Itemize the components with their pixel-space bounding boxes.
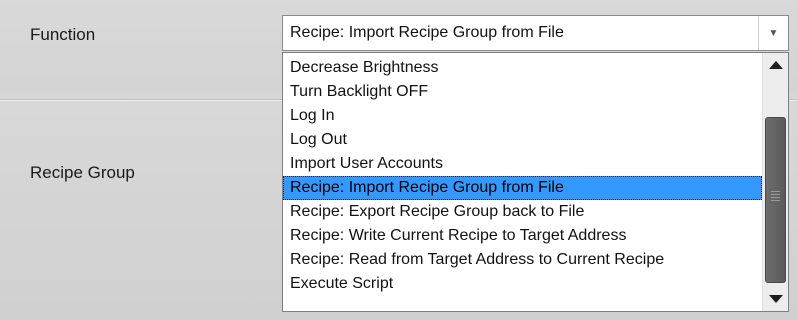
scroll-down-button[interactable] [763,287,788,311]
function-dropdown-list[interactable]: Decrease Brightness Turn Backlight OFF L… [282,52,789,312]
dropdown-scrollbar[interactable] [762,53,788,311]
function-label: Function [30,25,96,44]
dropdown-item[interactable]: Recipe: Read from Target Address to Curr… [283,248,762,272]
properties-panel: Function Recipe Group Recipe: Import Rec… [0,0,797,320]
dropdown-item[interactable]: Turn Backlight OFF [283,80,762,104]
function-combobox-value: Recipe: Import Recipe Group from File [290,24,564,41]
dropdown-item[interactable]: Recipe: Export Recipe Group back to File [283,200,762,224]
scroll-thumb[interactable] [765,117,786,283]
arrow-down-icon [768,295,783,303]
dropdown-item-selected[interactable]: Recipe: Import Recipe Group from File [283,176,762,200]
arrow-up-icon [768,61,783,69]
grip-icon [771,194,780,195]
dropdown-item[interactable]: Log Out [283,128,762,152]
recipe-group-label: Recipe Group [30,163,135,182]
dropdown-item[interactable]: Import User Accounts [283,152,762,176]
dropdown-item[interactable]: Decrease Brightness [283,56,762,80]
dropdown-items: Decrease Brightness Turn Backlight OFF L… [283,56,762,296]
chevron-down-icon[interactable]: ▼ [758,16,788,50]
dropdown-item[interactable]: Log In [283,104,762,128]
function-combobox[interactable]: Recipe: Import Recipe Group from File ▼ [282,15,789,51]
dropdown-item[interactable]: Execute Script [283,272,762,296]
dropdown-item[interactable]: Recipe: Write Current Recipe to Target A… [283,224,762,248]
scroll-up-button[interactable] [763,53,788,77]
